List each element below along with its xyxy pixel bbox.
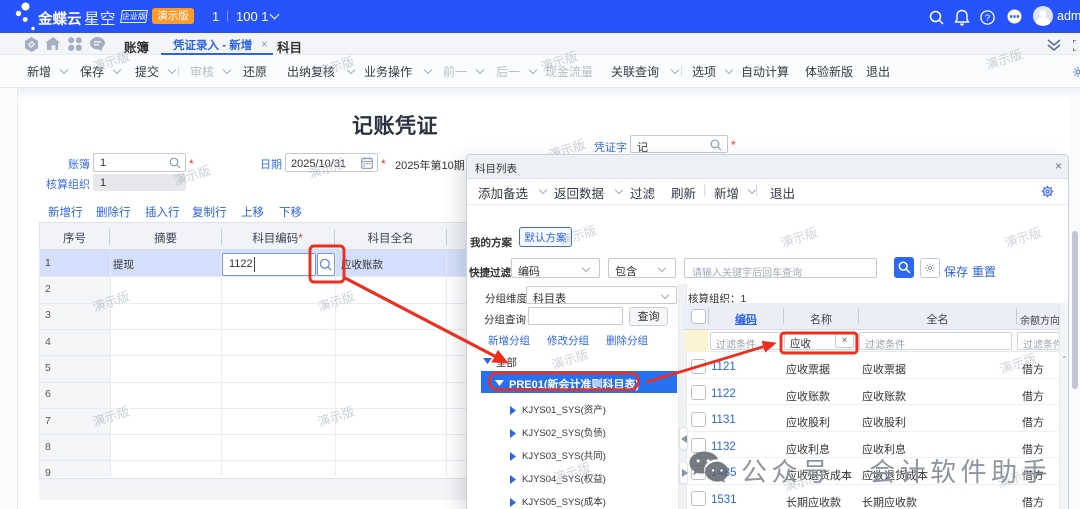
svg-text:?: ? [985,13,990,24]
